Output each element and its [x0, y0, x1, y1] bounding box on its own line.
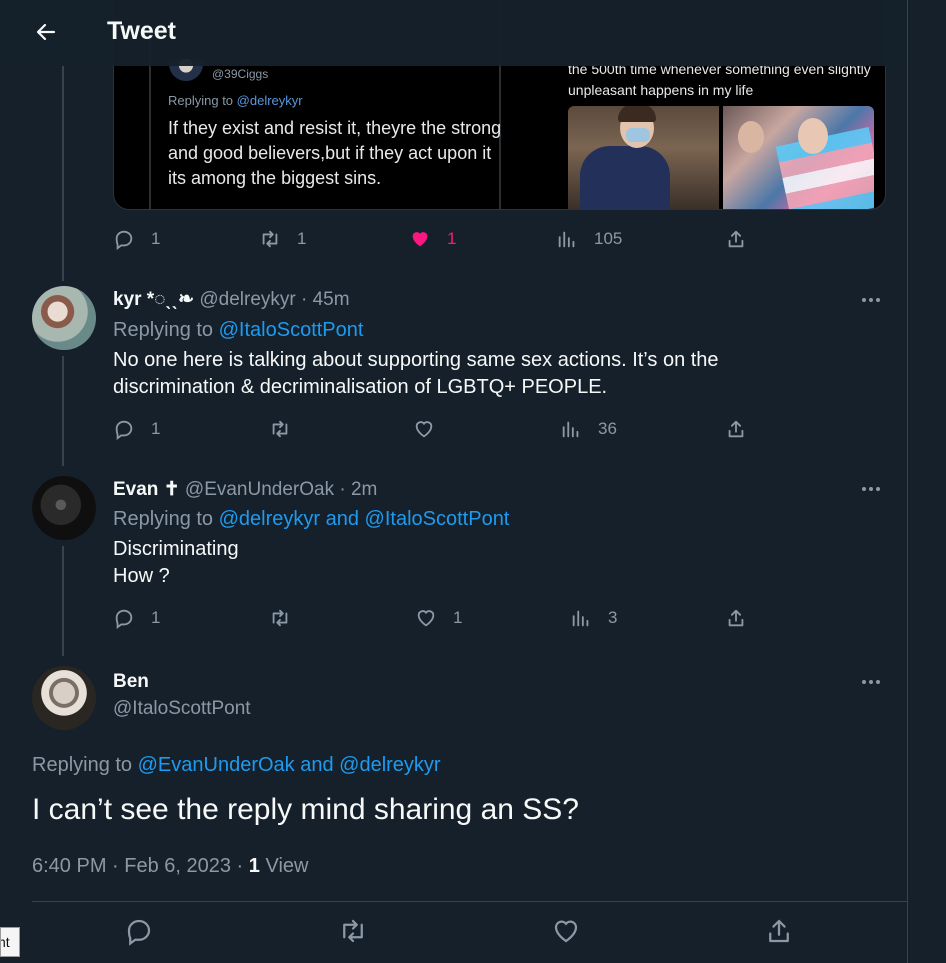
views-button[interactable]: 36	[560, 418, 617, 440]
back-button[interactable]	[34, 20, 58, 44]
reply-button[interactable]	[124, 916, 154, 946]
tweet-actions: 1 1 3	[113, 607, 753, 633]
thread-line	[62, 546, 64, 656]
mention-link[interactable]: @ItaloScottPont	[219, 319, 364, 341]
author-handle: @EvanUnderOak · 2m	[184, 479, 378, 500]
mention-link[interactable]: @delreykyr and @ItaloScottPont	[219, 508, 510, 530]
author-handle: @delreykyr · 45m	[199, 289, 350, 310]
views-count: 105	[594, 229, 623, 248]
reply-button[interactable]: 1	[113, 418, 160, 440]
retweet-icon	[262, 230, 278, 248]
like-button[interactable]	[551, 916, 581, 946]
heart-icon	[415, 421, 433, 438]
mention-link[interactable]: @EvanUnderOak and @delreykyr	[138, 754, 441, 776]
main-tweet-text: I can’t see the reply mind sharing an SS…	[32, 793, 579, 826]
divider	[32, 901, 907, 902]
page-header: Tweet	[0, 0, 907, 66]
retweet-button[interactable]	[269, 607, 291, 629]
retweet-button[interactable]	[269, 418, 291, 440]
tweet-body: Discriminating How ?	[113, 536, 813, 590]
tweet-timestamp: 6:40 PM · Feb 6, 2023 · 1 View	[32, 855, 308, 878]
more-options-button[interactable]	[862, 674, 886, 690]
like-button[interactable]: 1	[409, 228, 456, 250]
tweet-body-line: Discriminating	[113, 538, 239, 560]
tweet-actions: 1 1 1 105	[113, 228, 753, 254]
replying-to: Replying to @delreykyr and @ItaloScottPo…	[113, 508, 510, 530]
timeline-column: @39Ciggs Replying to @delreykyr If they …	[0, 0, 908, 963]
main-author-handle[interactable]: @ItaloScottPont	[113, 697, 251, 721]
back-arrow-icon	[36, 23, 56, 41]
quoted-replying-to: Replying to @delreykyr	[168, 93, 303, 108]
media-photo-masked-person[interactable]	[568, 106, 719, 209]
avatar[interactable]	[32, 286, 96, 350]
share-button[interactable]	[725, 418, 747, 440]
analytics-icon	[562, 421, 579, 438]
reply-count: 1	[151, 419, 161, 438]
views-count: 36	[598, 419, 617, 438]
like-count: 1	[447, 229, 457, 248]
sidebar-gap	[908, 0, 946, 963]
retweet-button[interactable]: 1	[259, 228, 306, 250]
share-icon	[769, 919, 789, 943]
main-author-name[interactable]: Ben	[113, 670, 149, 694]
heart-icon	[417, 610, 435, 627]
tooltip: nt	[0, 927, 20, 957]
like-button[interactable]	[413, 418, 435, 440]
main-tweet-actions	[0, 916, 907, 956]
reply-icon	[127, 919, 151, 946]
share-button[interactable]	[764, 916, 794, 946]
reply-icon	[115, 420, 133, 440]
more-options-button[interactable]	[862, 292, 886, 308]
media-photo-pride-crowd[interactable]	[723, 106, 874, 209]
author-name: Evan ✝	[113, 479, 180, 500]
like-button[interactable]: 1	[415, 607, 462, 629]
quoted-text: If they exist and resist it, theyre the …	[168, 118, 502, 188]
share-button[interactable]	[725, 607, 747, 629]
retweet-icon	[272, 609, 288, 627]
timestamp[interactable]: 6:40 PM · Feb 6, 2023 ·	[32, 855, 249, 877]
tweet-actions: 1 36	[113, 418, 753, 444]
retweet-icon	[272, 420, 288, 438]
avatar[interactable]	[32, 476, 96, 540]
reply-button[interactable]: 1	[113, 607, 160, 629]
reply-icon	[115, 230, 133, 250]
avatar[interactable]	[32, 666, 96, 730]
thread-line	[62, 356, 64, 466]
tweet-body: No one here is talking about supporting …	[113, 349, 719, 398]
heart-filled-icon	[412, 232, 428, 247]
views-label: View	[259, 855, 309, 877]
more-options-button[interactable]	[862, 481, 886, 497]
reply-count: 1	[151, 608, 161, 627]
views-button[interactable]: 105	[556, 228, 622, 250]
page-title: Tweet	[107, 17, 176, 45]
tweet-author[interactable]: Evan ✝ @EvanUnderOak · 2m	[113, 478, 377, 502]
reply-count: 1	[151, 229, 161, 248]
tweet-body-line: How ?	[113, 565, 170, 587]
reply-icon	[115, 609, 133, 629]
heart-icon	[554, 920, 578, 943]
share-button[interactable]	[725, 228, 747, 250]
share-icon	[728, 609, 744, 627]
views-count: 3	[608, 608, 618, 627]
replying-to: Replying to @ItaloScottPont	[113, 319, 364, 341]
like-count: 1	[453, 608, 463, 627]
reply-button[interactable]: 1	[113, 228, 160, 250]
thread-line	[62, 66, 64, 281]
analytics-icon	[558, 231, 575, 248]
retweet-button[interactable]	[338, 916, 368, 946]
share-icon	[728, 230, 744, 248]
analytics-icon	[572, 610, 589, 627]
tweet-author[interactable]: kyr *◌ˎˎ❧ @delreykyr · 45m	[113, 288, 350, 312]
views-count: 1	[248, 855, 260, 877]
retweet-count: 1	[297, 229, 307, 248]
replying-to: Replying to @EvanUnderOak and @delreykyr	[32, 754, 441, 776]
views-button[interactable]: 3	[570, 607, 617, 629]
quoted-handle: @39Ciggs	[212, 67, 269, 81]
share-icon	[728, 420, 744, 438]
retweet-icon	[343, 919, 363, 943]
author-name: kyr *◌ˎˎ❧	[113, 289, 195, 310]
